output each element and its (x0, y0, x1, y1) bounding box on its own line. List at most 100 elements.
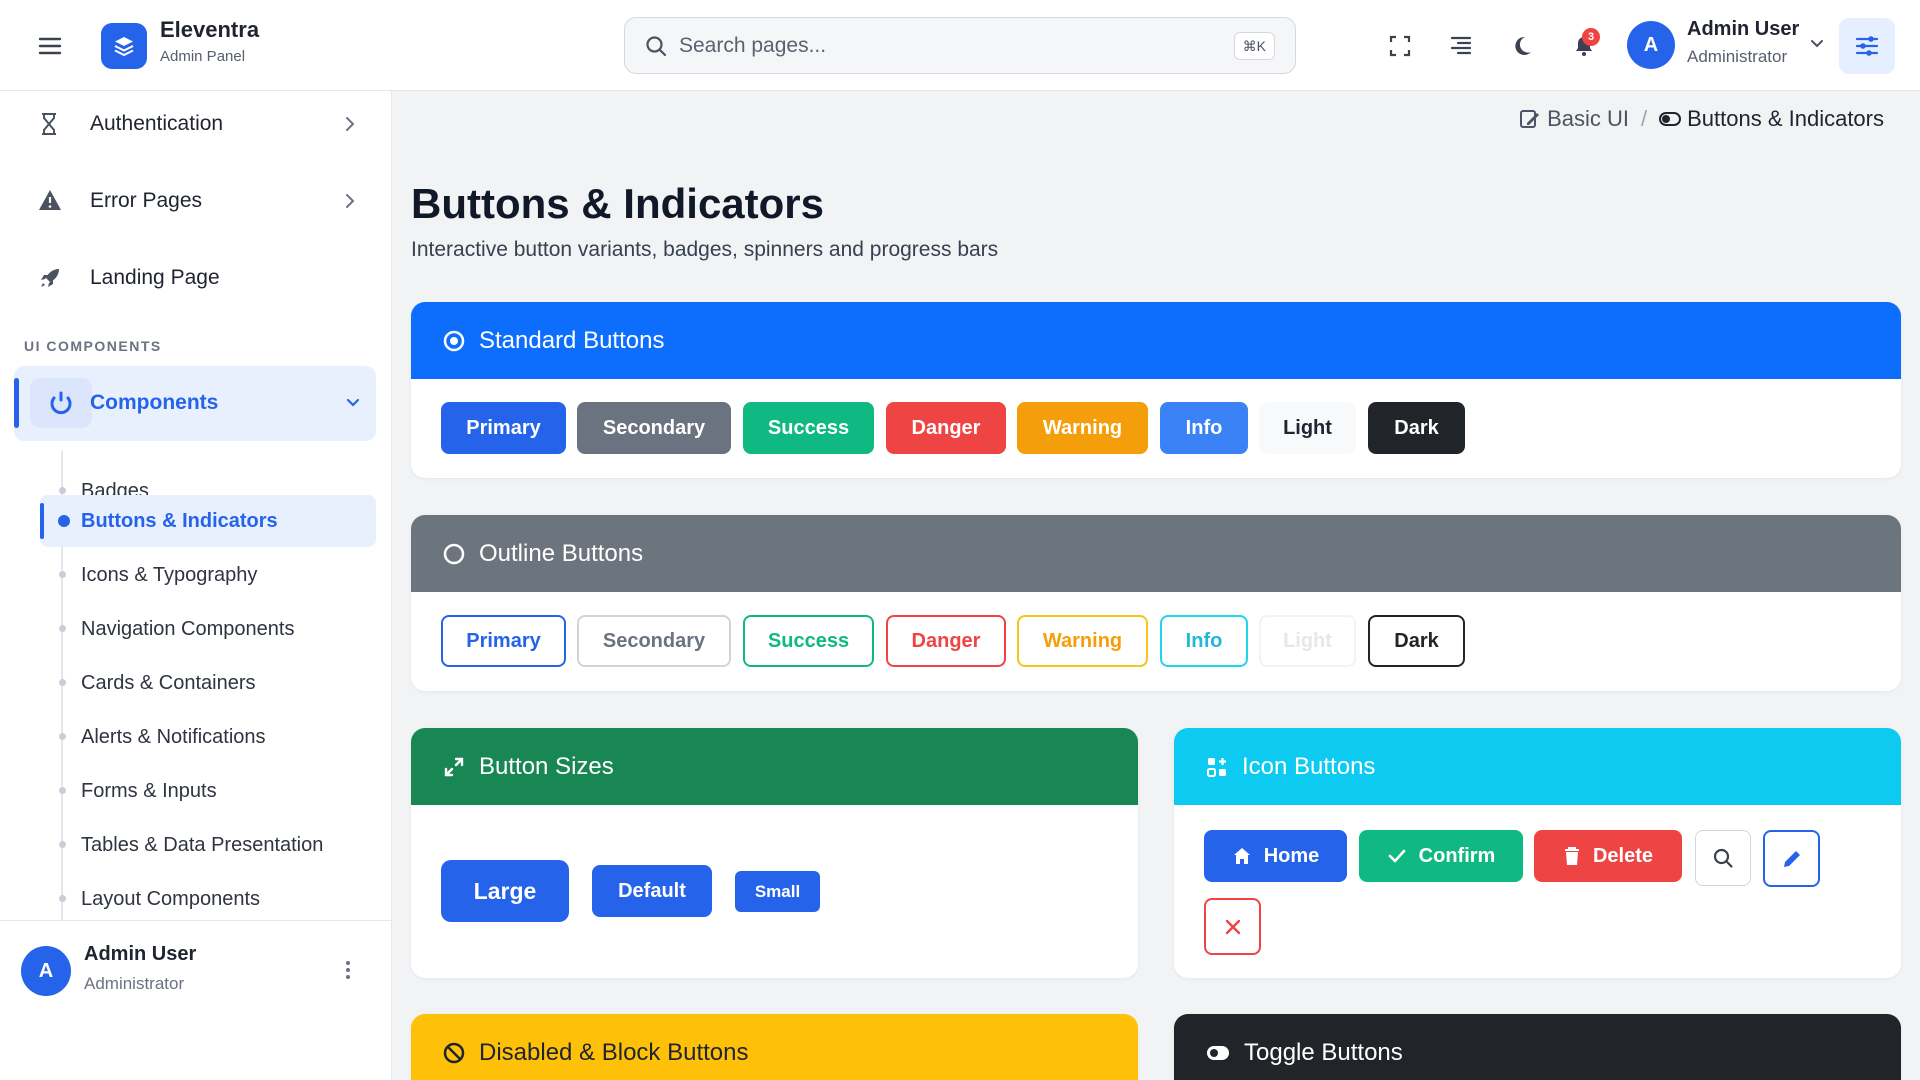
align-right-icon[interactable] (1441, 26, 1481, 66)
settings-button[interactable] (1839, 18, 1895, 74)
sidebar-item-authentication[interactable]: Authentication (18, 91, 376, 157)
search-icon (645, 35, 667, 57)
delete-button[interactable]: Delete (1534, 830, 1682, 882)
avatar[interactable]: A (1627, 21, 1675, 69)
fullscreen-icon[interactable] (1380, 26, 1420, 66)
menu-toggle-icon[interactable] (36, 32, 64, 60)
bullet (59, 895, 66, 902)
bullet (59, 841, 66, 848)
dark-mode-icon[interactable] (1502, 26, 1542, 66)
active-indicator (40, 503, 44, 539)
search-input[interactable]: Search pages... ⌘K (624, 17, 1296, 74)
brand-logo[interactable] (101, 23, 147, 69)
sidebar-subitem-buttons-indicators[interactable]: Buttons & Indicators (40, 495, 376, 547)
disabled-block-card: Disabled & Block Buttons (411, 1014, 1138, 1080)
sidebar-subitem-tables-data[interactable]: Tables & Data Presentation (40, 819, 376, 871)
circle-icon (443, 543, 465, 565)
top-header: Eleventra Admin Panel Search pages... ⌘K… (0, 0, 1920, 91)
user-role: Administrator (1687, 47, 1788, 66)
sliders-icon (1855, 36, 1879, 56)
sidebar-item-label: Error Pages (90, 189, 203, 212)
ui-icon (1519, 108, 1541, 130)
section-label: UI COMPONENTS (24, 338, 162, 354)
brand-subtitle: Admin Panel (160, 48, 246, 65)
apps-icon (1206, 756, 1228, 778)
danger-button[interactable]: Danger (886, 402, 1006, 454)
icon-buttons-card: Icon Buttons Home Confirm Delete (1174, 728, 1901, 978)
warning-button[interactable]: Warning (1017, 402, 1148, 454)
button-label: Confirm (1418, 844, 1496, 867)
subitem-label: Icons & Typography (81, 563, 258, 586)
subitem-label: Layout Components (81, 887, 261, 910)
page-subtitle: Interactive button variants, badges, spi… (411, 238, 999, 261)
sidebar-subitem-cards-containers[interactable]: Cards & Containers (40, 657, 376, 709)
subitem-label: Buttons & Indicators (81, 509, 278, 532)
card-title: Button Sizes (479, 752, 614, 780)
avatar[interactable]: A (21, 946, 71, 996)
outline-secondary-button[interactable]: Secondary (577, 615, 731, 667)
outline-primary-button[interactable]: Primary (441, 615, 566, 667)
card-header: Standard Buttons (411, 302, 1901, 379)
button-label: Delete (1592, 844, 1654, 867)
hourglass-icon (38, 112, 60, 136)
outline-buttons-card: Outline Buttons Primary Secondary Succes… (411, 515, 1901, 691)
pencil-icon (1781, 848, 1803, 870)
outline-success-button[interactable]: Success (743, 615, 874, 667)
sidebar-subitem-alerts-notifications[interactable]: Alerts & Notifications (40, 711, 376, 763)
info-button[interactable]: Info (1160, 402, 1248, 454)
toggle-icon (1206, 1045, 1230, 1061)
sidebar-subitem-layout-components[interactable]: Layout Components (40, 873, 376, 925)
home-button[interactable]: Home (1204, 830, 1347, 882)
user-menu[interactable]: Admin User Administrator (1687, 18, 1799, 67)
primary-button[interactable]: Primary (441, 402, 566, 454)
sidebar-item-error-pages[interactable]: Error Pages (18, 168, 376, 234)
user-name: Admin User (1687, 18, 1800, 40)
outline-dark-button[interactable]: Dark (1368, 615, 1465, 667)
chevron-right-icon (342, 192, 358, 210)
card-title: Toggle Buttons (1244, 1038, 1403, 1066)
warning-icon (38, 189, 62, 211)
card-header: Outline Buttons (411, 515, 1901, 592)
search-icon-button[interactable] (1695, 830, 1751, 886)
brand: Eleventra Admin Panel (160, 17, 259, 65)
sidebar-subitem-forms-inputs[interactable]: Forms & Inputs (40, 765, 376, 817)
outline-danger-button[interactable]: Danger (886, 615, 1006, 667)
outline-warning-button[interactable]: Warning (1017, 615, 1148, 667)
outline-info-button[interactable]: Info (1160, 615, 1248, 667)
bullet (59, 679, 66, 686)
home-icon (1232, 846, 1252, 866)
chevron-down-icon[interactable] (1808, 34, 1826, 52)
default-button[interactable]: Default (592, 865, 712, 917)
dark-button[interactable]: Dark (1368, 402, 1465, 454)
confirm-button[interactable]: Confirm (1359, 830, 1523, 882)
outline-light-button[interactable]: Light (1259, 615, 1356, 667)
trash-icon (1563, 846, 1581, 866)
small-button[interactable]: Small (735, 871, 820, 912)
sidebar-user-footer: A Admin User Administrator (0, 920, 391, 1022)
edit-icon-button[interactable] (1763, 830, 1820, 887)
sidebar-subitem-navigation-components[interactable]: Navigation Components (40, 603, 376, 655)
secondary-button[interactable]: Secondary (577, 402, 731, 454)
success-button[interactable]: Success (743, 402, 874, 454)
bullet (58, 515, 70, 527)
large-button[interactable]: Large (441, 860, 569, 922)
more-vertical-icon[interactable] (336, 958, 360, 982)
breadcrumb: Basic UI / Buttons & Indicators (1519, 106, 1884, 132)
chevron-down-icon (344, 394, 362, 412)
card-header: Toggle Buttons (1174, 1014, 1901, 1080)
sidebar-item-components[interactable]: Components (14, 366, 376, 441)
sidebar-item-label: Authentication (90, 112, 224, 135)
search-shortcut: ⌘K (1233, 32, 1275, 60)
check-icon (1387, 846, 1407, 866)
sidebar-item-landing-page[interactable]: Landing Page (18, 245, 376, 311)
close-icon-button[interactable] (1204, 898, 1261, 955)
subitem-label: Tables & Data Presentation (81, 833, 324, 856)
sidebar-item-label: Landing Page (90, 266, 220, 289)
bullet (59, 625, 66, 632)
light-button[interactable]: Light (1259, 402, 1356, 454)
search-placeholder: Search pages... (679, 33, 827, 57)
bullet (59, 487, 66, 494)
subitem-label: Navigation Components (81, 617, 295, 640)
sidebar-subitem-icons-typography[interactable]: Icons & Typography (40, 549, 376, 601)
breadcrumb-parent[interactable]: Basic UI (1547, 106, 1629, 132)
